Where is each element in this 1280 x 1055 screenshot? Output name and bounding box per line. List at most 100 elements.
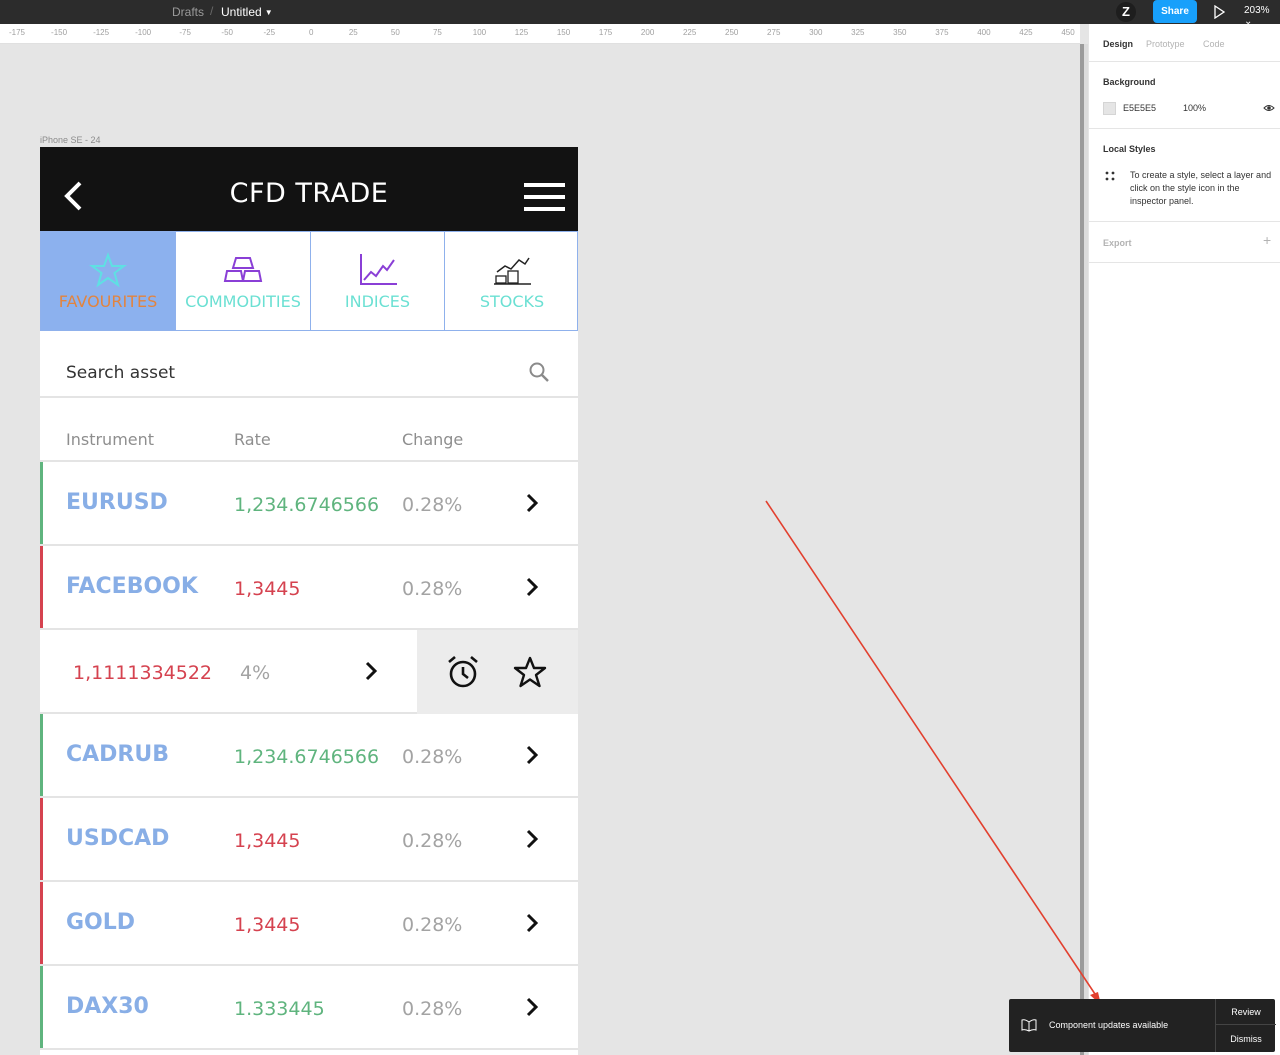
ruler-tick-label: 425 [1019,28,1033,37]
panel-divider [1089,221,1280,222]
toast-message: Component updates available [1049,1020,1169,1030]
background-hex-value[interactable]: E5E5E5 [1123,103,1156,113]
table-row[interactable]: EURUSD 1,234.6746566 0.28% [40,462,578,546]
properties-panel: Design Prototype Code Background E5E5E5 … [1088,24,1280,1055]
eye-icon[interactable] [1263,103,1275,113]
tab-prototype[interactable]: Prototype [1146,39,1185,49]
background-opacity-value[interactable]: 100% [1183,103,1206,113]
table-row[interactable]: CADRUB 1,234.6746566 0.28% [40,714,578,798]
instrument-change: 0.28% [402,578,463,600]
tab-design[interactable]: Design [1103,39,1133,49]
column-header-rate: Rate [234,430,271,449]
trend-indicator [40,966,43,1048]
ruler-tick-label: -175 [8,28,26,37]
component-updates-toast: Component updates available Review Dismi… [1009,999,1276,1052]
local-styles-title: Local Styles [1103,144,1156,154]
add-export-plus-icon[interactable]: + [1263,233,1271,247]
chevron-right-icon[interactable] [525,492,539,514]
ruler-tick-label: -100 [135,28,152,37]
canvas-scrollbar[interactable] [1080,44,1084,1055]
ruler-tick-label: -150 [51,28,68,37]
star-outline-icon[interactable] [513,655,547,689]
tab-stocks-label: STOCKS [479,292,545,311]
table-row[interactable]: GOLD 1,3445 0.28% [40,882,578,966]
search-input[interactable]: Search asset [66,363,175,383]
table-header: Instrument Rate Change [40,400,578,462]
ruler-tick-label: 25 [348,28,358,37]
instrument-change: 0.28% [402,746,463,768]
chevron-down-icon: ▼ [264,8,273,17]
table-row[interactable]: FACEBOOK 1,3445 0.28% [40,546,578,630]
tab-stocks[interactable]: STOCKS [445,232,578,330]
tab-code[interactable]: Code [1203,39,1225,49]
instrument-rate: 1,3445 [234,578,301,600]
styles-grid-icon [1105,171,1115,181]
instrument-rate: 1,234.6746566 [234,494,380,516]
breadcrumb-drafts[interactable]: Drafts [172,5,204,19]
instrument-rate: 1,234.6746566 [234,746,380,768]
alarm-clock-icon[interactable] [445,654,481,690]
table-row-swiped[interactable]: 1,1111334522 4% [40,630,578,714]
chevron-right-icon[interactable] [525,912,539,934]
app-header: CFD TRADE [40,147,578,231]
horizontal-ruler: -175 -150 -125 -100 -75 -50 -25 0 25 50 75 100 125 15… [0,24,1080,44]
tab-commodities[interactable]: COMMODITIES [176,232,311,330]
play-icon[interactable] [1213,5,1225,19]
review-button[interactable]: Review [1216,999,1276,1025]
background-color-swatch[interactable] [1103,102,1116,115]
swipe-actions [417,630,578,714]
ruler-tick-label: -125 [93,28,110,37]
instrument-symbol: EURUSD [66,490,168,515]
chevron-right-icon[interactable] [364,660,378,682]
local-styles-hint: To create a style, select a layer and cl… [1130,170,1272,206]
chevron-right-icon[interactable] [525,828,539,850]
avatar[interactable]: Z [1116,2,1136,22]
column-header-instrument: Instrument [66,430,155,449]
instrument-symbol: FACEBOOK [66,574,198,599]
line-chart-icon [359,254,397,285]
instrument-symbol: CADRUB [66,742,170,767]
instrument-symbol: GOLD [66,910,136,935]
ruler-tick-label: 250 [724,28,739,37]
ruler-tick-label: 100 [472,28,487,37]
chevron-right-icon[interactable] [525,576,539,598]
search-bar[interactable]: Search asset [40,331,578,398]
file-title[interactable]: Untitled ▼ [221,5,273,19]
ruler-tick-label: 75 [432,28,442,37]
ruler-tick-label: -75 [179,28,191,37]
table-row[interactable]: USDCAD 1,3445 0.28% [40,798,578,882]
hamburger-menu-icon[interactable] [524,183,565,211]
ruler-tick-label: 450 [1061,28,1075,37]
phone-frame[interactable]: CFD TRADE FAVOURITES COMMODITIES INDICES… [40,147,578,1055]
tab-indices[interactable]: INDICES [311,232,445,330]
trend-indicator [40,798,43,880]
dismiss-button[interactable]: Dismiss [1216,1026,1276,1052]
instrument-rate: 1.333445 [234,998,325,1020]
ruler-tick-label: 350 [893,28,907,37]
instrument-change: 0.28% [402,998,463,1020]
trend-indicator [40,714,43,796]
instrument-symbol: USDCAD [66,826,170,851]
share-button[interactable]: Share [1153,0,1197,23]
ruler-tick-label: 175 [598,28,613,37]
ruler-tick-label: 225 [682,28,697,37]
ruler-tick-label: 0 [309,28,314,37]
instrument-change: 0.28% [402,830,463,852]
ruler-tick-label: 300 [809,28,823,37]
table-row[interactable]: DAX30 1.333445 0.28% [40,966,578,1050]
panel-tabs: Design Prototype Code [1089,24,1280,62]
instrument-change: 0.28% [402,914,463,936]
tab-favourites[interactable]: FAVOURITES [41,232,176,330]
chevron-right-icon[interactable] [525,996,539,1018]
instrument-change: 4% [240,662,271,684]
chevron-right-icon[interactable] [525,744,539,766]
frame-label[interactable]: iPhone SE - 24 [40,135,101,145]
ruler-tick-label: 200 [640,28,655,37]
tab-commodities-label: COMMODITIES [185,292,301,311]
search-icon[interactable] [528,361,550,383]
instrument-symbol: DAX30 [66,994,149,1019]
background-section-title: Background [1103,77,1156,87]
app-title: CFD TRADE [229,178,389,209]
instrument-rate: 1,1111334522 [73,662,213,684]
trend-indicator [40,882,43,964]
